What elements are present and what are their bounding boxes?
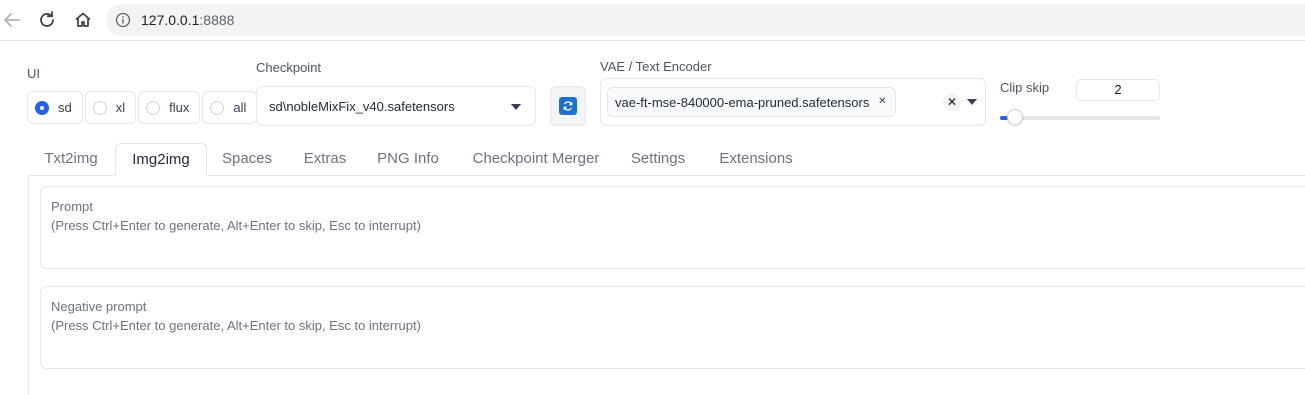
- radio-unselected-icon[interactable]: [146, 100, 161, 115]
- url-port: :8888: [199, 12, 235, 28]
- prompt-placeholder: (Press Ctrl+Enter to generate, Alt+Enter…: [51, 218, 421, 233]
- radio-selected-icon[interactable]: [35, 100, 49, 115]
- reload-icon[interactable]: [35, 8, 59, 32]
- prompt-textarea[interactable]: Prompt (Press Ctrl+Enter to generate, Al…: [40, 186, 1305, 269]
- chevron-down-icon[interactable]: [511, 104, 521, 110]
- checkpoint-label: Checkpoint: [256, 60, 322, 75]
- ui-mode-label: UI: [27, 66, 40, 81]
- vae-selected-token: vae-ft-mse-840000-ema-pruned.safetensors…: [607, 87, 897, 117]
- slider-thumb[interactable]: [1007, 109, 1023, 125]
- clip-skip-label: Clip skip: [1000, 80, 1050, 95]
- ui-mode-option-all[interactable]: all: [202, 91, 258, 124]
- clip-skip-number-input[interactable]: 2: [1076, 79, 1160, 101]
- checkpoint-dropdown[interactable]: sd\nobleMixFix_v40.safetensors: [256, 86, 536, 126]
- tab-settings[interactable]: Settings: [622, 143, 694, 175]
- ui-mode-option-label: flux: [169, 100, 190, 115]
- negative-prompt-textarea[interactable]: Negative prompt (Press Ctrl+Enter to gen…: [40, 286, 1305, 369]
- ui-mode-option-xl[interactable]: xl: [84, 91, 137, 124]
- checkpoint-value: sd\nobleMixFix_v40.safetensors: [269, 99, 455, 114]
- remove-token-icon[interactable]: ✕: [877, 97, 887, 107]
- main-tabs: Txt2img Img2img Spaces Extras PNG Info C…: [28, 143, 1305, 176]
- refresh-icon: [559, 97, 577, 115]
- vae-label: VAE / Text Encoder: [600, 59, 712, 74]
- radio-unselected-icon[interactable]: [210, 100, 225, 115]
- tab-spaces[interactable]: Spaces: [208, 143, 286, 175]
- url-host: 127.0.0.1: [141, 12, 200, 28]
- tab-txt2img[interactable]: Txt2img: [28, 143, 114, 175]
- url-text: 127.0.0.1:8888: [141, 12, 234, 28]
- browser-toolbar: 127.0.0.1:8888: [0, 0, 1305, 41]
- ui-mode-option-sd[interactable]: sd: [27, 91, 83, 124]
- clip-skip-slider[interactable]: [1000, 109, 1160, 125]
- ui-mode-option-label: all: [233, 100, 247, 115]
- tab-checkpoint-merger[interactable]: Checkpoint Merger: [461, 143, 611, 175]
- ui-mode-option-label: xl: [115, 100, 126, 115]
- vae-multiselect[interactable]: vae-ft-mse-840000-ema-pruned.safetensors…: [600, 78, 986, 126]
- ui-mode-radio-group: sd xl flux all: [27, 91, 258, 126]
- tab-png-info[interactable]: PNG Info: [368, 143, 448, 175]
- tab-img2img[interactable]: Img2img: [115, 143, 207, 176]
- negative-prompt-label: Negative prompt: [51, 299, 147, 314]
- ui-mode-option-flux[interactable]: flux: [138, 91, 201, 124]
- back-icon[interactable]: [0, 8, 24, 32]
- refresh-checkpoints-button[interactable]: [550, 86, 586, 126]
- radio-unselected-icon[interactable]: [92, 100, 107, 115]
- negative-prompt-placeholder: (Press Ctrl+Enter to generate, Alt+Enter…: [51, 318, 421, 333]
- address-bar[interactable]: 127.0.0.1:8888: [106, 4, 1305, 36]
- ui-mode-option-label: sd: [58, 100, 72, 115]
- vae-token-label: vae-ft-mse-840000-ema-pruned.safetensors: [615, 94, 870, 110]
- tab-extras[interactable]: Extras: [290, 143, 360, 175]
- tab-extensions[interactable]: Extensions: [710, 143, 802, 175]
- prompt-label: Prompt: [51, 199, 93, 214]
- site-info-icon[interactable]: [115, 12, 131, 28]
- home-icon[interactable]: [71, 8, 95, 32]
- chevron-down-icon[interactable]: [967, 99, 977, 105]
- clear-icon[interactable]: ✕: [943, 93, 961, 111]
